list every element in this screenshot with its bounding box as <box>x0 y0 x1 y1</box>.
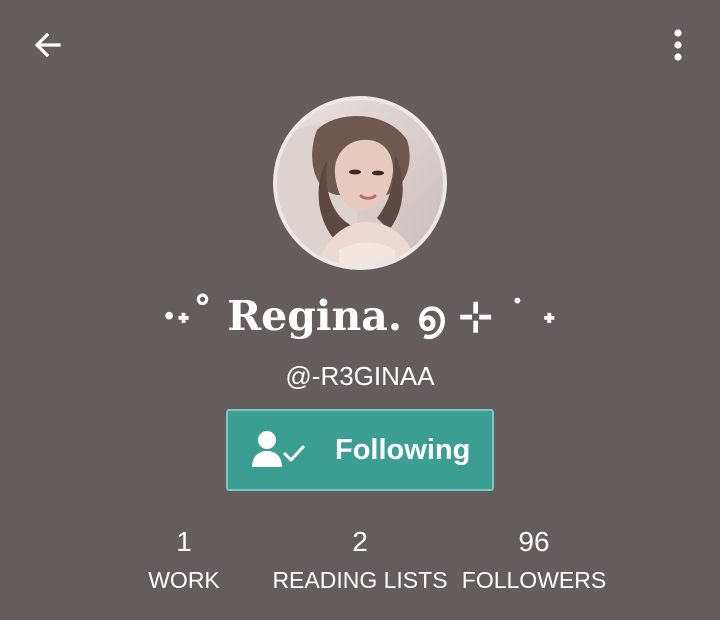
profile-photo <box>277 100 443 266</box>
following-label: Following <box>335 434 471 466</box>
more-options-button[interactable] <box>656 22 700 72</box>
works-count: 1 <box>176 526 192 557</box>
reading-lists-count: 2 <box>352 526 368 557</box>
back-button[interactable] <box>22 24 74 70</box>
more-vertical-icon <box>673 28 683 66</box>
display-name: ·˖˚ Regina. ൭ ⊹ ˙ ˖ <box>161 292 559 340</box>
arrow-left-icon <box>32 29 64 66</box>
username: @-R3GINAA <box>285 361 435 391</box>
avatar[interactable] <box>273 96 447 270</box>
stat-works[interactable]: 1 WORK <box>124 520 244 596</box>
stat-followers[interactable]: 96 FOLLOWERS <box>454 520 614 596</box>
user-check-icon <box>250 429 306 471</box>
works-label: WORK <box>148 567 220 593</box>
reading-lists-label: READING LISTS <box>272 567 448 593</box>
stat-reading-lists[interactable]: 2 READING LISTS <box>260 520 460 596</box>
following-button[interactable]: Following <box>226 409 494 491</box>
followers-label: FOLLOWERS <box>461 567 607 593</box>
followers-count: 96 <box>518 526 550 557</box>
